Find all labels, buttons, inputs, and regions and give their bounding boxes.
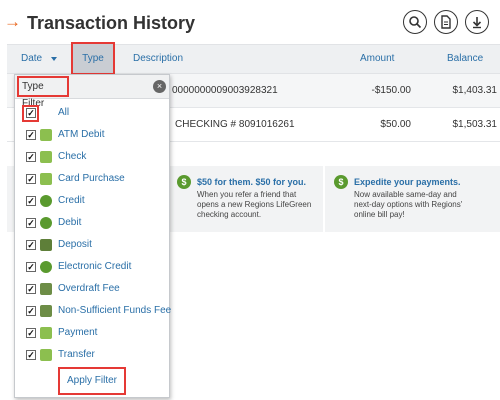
promo-title: $50 for them. $50 for you.: [197, 177, 307, 187]
filter-option-label: All: [58, 107, 70, 118]
payment-icon: [40, 327, 52, 339]
row-amount: -$150.00: [371, 85, 411, 96]
filter-option-label: ATM Debit: [58, 129, 105, 140]
filter-header: Type Filter ×: [15, 75, 169, 109]
row-balance: $1,503.31: [452, 119, 498, 130]
filter-option-payment[interactable]: ✓ Payment: [15, 322, 169, 344]
promo-text: Now available same-day and next-day opti…: [354, 190, 463, 219]
checkbox[interactable]: ✓: [26, 262, 36, 272]
filter-option-transfer[interactable]: ✓ Transfer: [15, 344, 169, 366]
filter-option-debit[interactable]: ✓ Debit: [15, 212, 169, 234]
column-header-type[interactable]: Type: [71, 42, 115, 75]
transfer-icon: [40, 349, 52, 361]
filter-option-check[interactable]: ✓ Check: [15, 146, 169, 168]
promo-title: Expedite your payments.: [354, 177, 461, 187]
column-header-description[interactable]: Description: [133, 45, 183, 73]
piggy-bank-icon: [40, 239, 52, 251]
filter-option-atm-debit[interactable]: ✓ ATM Debit: [15, 124, 169, 146]
card-icon: [40, 173, 52, 185]
fast-dollar-icon: $: [334, 175, 348, 189]
filter-option-label: Payment: [58, 327, 98, 338]
filter-option-card-purchase[interactable]: ✓ Card Purchase: [15, 168, 169, 190]
filter-option-all[interactable]: ✓ All: [15, 102, 169, 124]
checkbox[interactable]: ✓: [26, 130, 36, 140]
filter-option-label: Transfer: [58, 349, 95, 360]
apply-filter-button[interactable]: Apply Filter: [58, 367, 126, 395]
filter-option-label: Card Purchase: [58, 173, 125, 184]
bank-icon: [40, 283, 52, 295]
checkbox[interactable]: ✓: [26, 152, 36, 162]
atm-card-icon: [40, 129, 52, 141]
checkbox[interactable]: ✓: [26, 196, 36, 206]
row-balance: $1,403.31: [452, 85, 498, 96]
filter-option-label: Electronic Credit: [58, 261, 132, 272]
download-icon[interactable]: [465, 10, 489, 34]
dollar-icon: [40, 217, 52, 229]
filter-title: Type Filter: [17, 76, 69, 109]
filter-option-label: Credit: [58, 195, 85, 206]
dollar-icon: $: [177, 175, 191, 189]
checkbox[interactable]: ✓: [26, 108, 36, 118]
page-title: Transaction History: [27, 13, 196, 33]
filter-option-overdraft-fee[interactable]: ✓ Overdraft Fee: [15, 278, 169, 300]
checkbox[interactable]: ✓: [26, 328, 36, 338]
type-filter-dropdown: Type Filter × ✓ All ✓ ATM Debit ✓ Check …: [14, 74, 172, 398]
document-icon[interactable]: [434, 10, 458, 34]
close-icon[interactable]: ×: [153, 80, 166, 93]
filter-option-label: Deposit: [58, 239, 92, 250]
filter-option-label: Overdraft Fee: [58, 283, 120, 294]
checkbox[interactable]: ✓: [26, 218, 36, 228]
checkbox[interactable]: ✓: [26, 284, 36, 294]
row-description: 0000000009003928321: [172, 85, 278, 96]
checkbox[interactable]: ✓: [26, 240, 36, 250]
filter-option-deposit[interactable]: ✓ Deposit: [15, 234, 169, 256]
filter-option-label: Debit: [58, 217, 82, 228]
row-amount: $50.00: [380, 119, 411, 130]
sort-caret-icon[interactable]: [51, 57, 57, 61]
check-icon: [40, 151, 52, 163]
promo-bill-pay[interactable]: $ Expedite your payments. Now available …: [325, 166, 500, 232]
filter-option-electronic-credit[interactable]: ✓ Electronic Credit: [15, 256, 169, 278]
filter-option-label: Check: [58, 151, 87, 162]
bank-icon: [40, 305, 52, 317]
dollar-icon: [40, 195, 52, 207]
back-arrow-icon[interactable]: →: [4, 12, 21, 32]
row-description: CHECKING # 8091016261: [175, 119, 295, 130]
search-icon[interactable]: [403, 10, 427, 34]
checkbox[interactable]: ✓: [26, 174, 36, 184]
page-header: → Transaction History: [0, 0, 500, 44]
checkbox[interactable]: ✓: [26, 350, 36, 360]
table-header: Date Type Description Amount Balance: [7, 42, 500, 75]
column-header-amount[interactable]: Amount: [360, 45, 394, 73]
filter-option-credit[interactable]: ✓ Credit: [15, 190, 169, 212]
checkbox[interactable]: ✓: [26, 306, 36, 316]
dollar-icon: [40, 261, 52, 273]
filter-option-nsf-fee[interactable]: ✓ Non-Sufficient Funds Fee: [15, 300, 172, 322]
promo-text: When you refer a friend that opens a new…: [197, 190, 312, 219]
filter-option-label: Non-Sufficient Funds Fee: [58, 305, 172, 316]
column-header-date[interactable]: Date: [21, 45, 42, 73]
column-header-balance[interactable]: Balance: [447, 45, 483, 73]
